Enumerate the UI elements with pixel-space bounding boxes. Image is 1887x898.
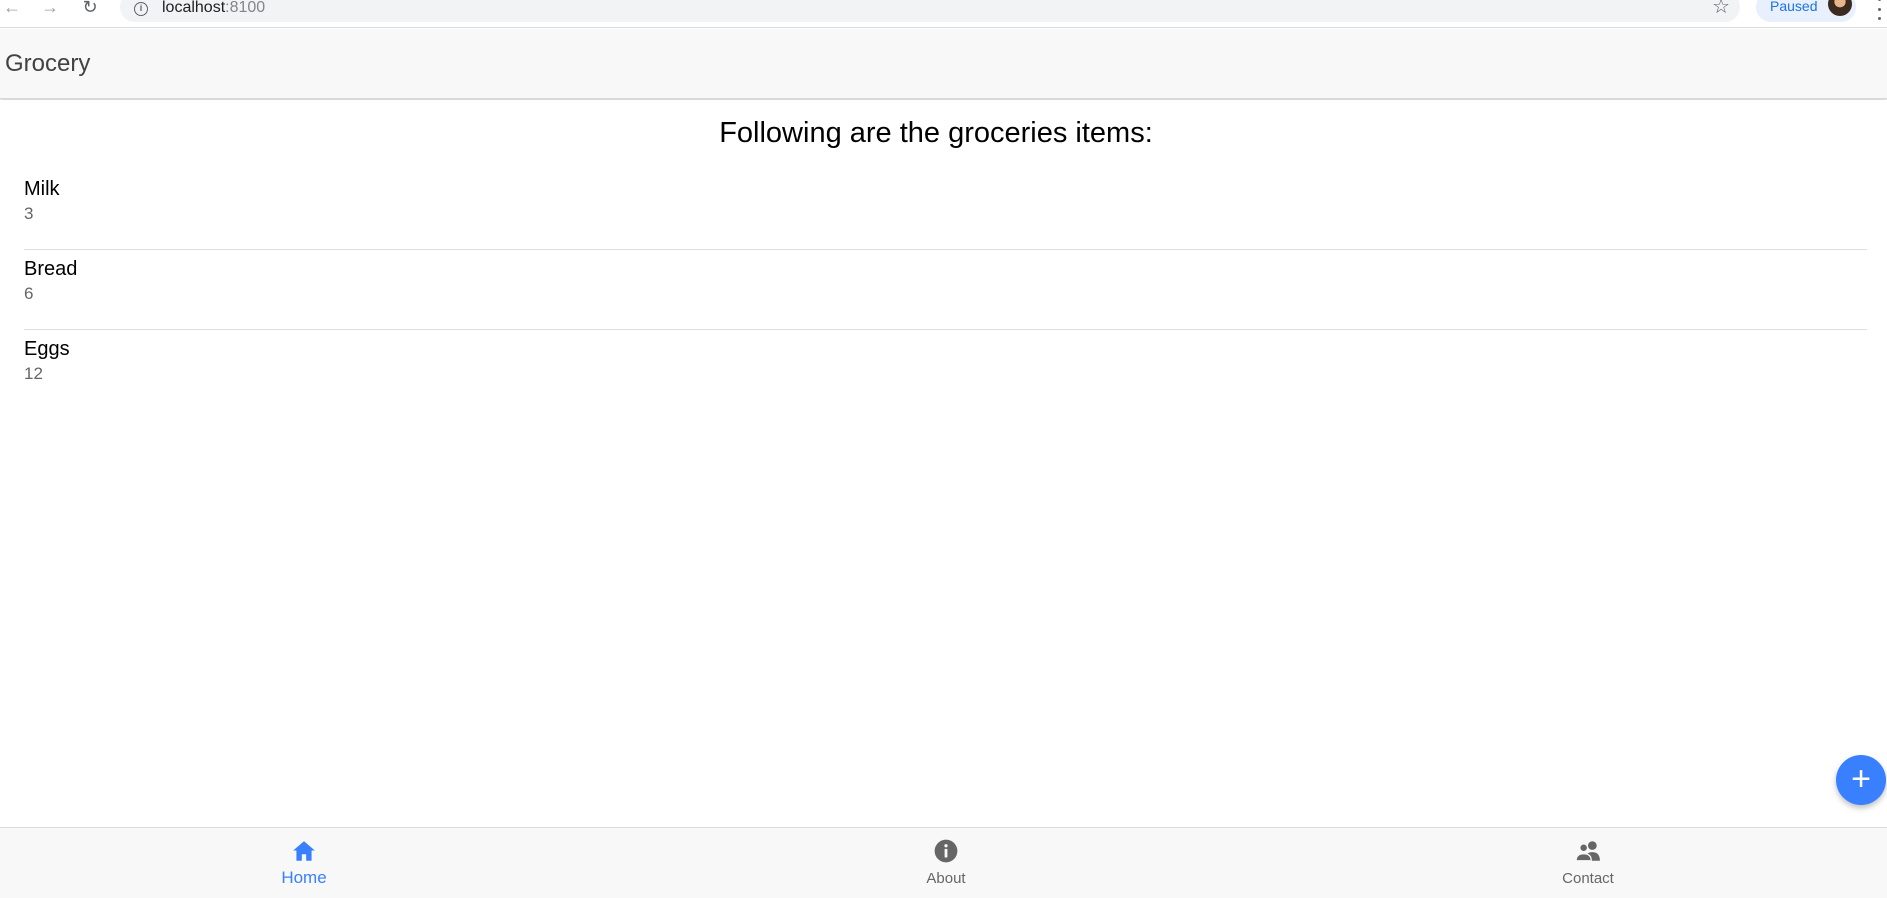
reload-icon[interactable]: ↻ [78,0,102,18]
grocery-list: Milk 3 Bread 6 Eggs 12 [24,170,1867,410]
forward-arrow-icon[interactable]: → [38,0,62,18]
paused-label: Paused [1770,0,1818,14]
add-item-button[interactable]: + [1836,755,1886,805]
back-arrow-icon[interactable]: ← [0,0,24,18]
more-menu-icon[interactable] [1876,0,1882,20]
site-info-icon[interactable]: i [134,2,148,16]
item-quantity: 12 [24,364,43,383]
profile-chip[interactable]: Paused [1756,0,1856,22]
list-item[interactable]: Bread 6 [24,250,1867,330]
url-text[interactable]: localhost:8100 [162,0,265,16]
url-port: :8100 [225,0,266,16]
item-name: Eggs [24,338,70,360]
add-icon: + [1851,760,1871,798]
tab-bar: Home About Contact [0,827,1887,898]
avatar [1828,0,1852,16]
list-item[interactable]: Milk 3 [24,170,1867,250]
tab-label: About [926,870,966,887]
tab-home[interactable]: Home [204,828,404,898]
app-toolbar: Grocery [0,29,1887,99]
item-quantity: 6 [24,284,34,303]
main-content: Following are the groceries items: Milk … [0,100,1887,827]
tab-label: Home [281,868,327,887]
tab-contact[interactable]: Contact [1488,828,1688,898]
people-icon [1575,841,1600,862]
item-name: Milk [24,178,60,200]
address-bar[interactable]: i localhost:8100 ☆ [120,0,1740,22]
list-heading: Following are the groceries items: [719,117,1153,149]
tab-about[interactable]: About [846,828,1046,898]
url-host: localhost [162,0,226,16]
info-circle-icon [934,839,958,863]
tab-label: Contact [1562,870,1614,887]
list-item[interactable]: Eggs 12 [24,330,1867,410]
page-title: Grocery [5,50,91,77]
browser-toolbar: ← → ↻ i localhost:8100 ☆ Paused [0,0,1887,28]
item-name: Bread [24,258,78,280]
item-quantity: 3 [24,204,34,223]
bookmark-star-icon[interactable]: ☆ [1712,0,1730,17]
home-icon [293,841,315,861]
